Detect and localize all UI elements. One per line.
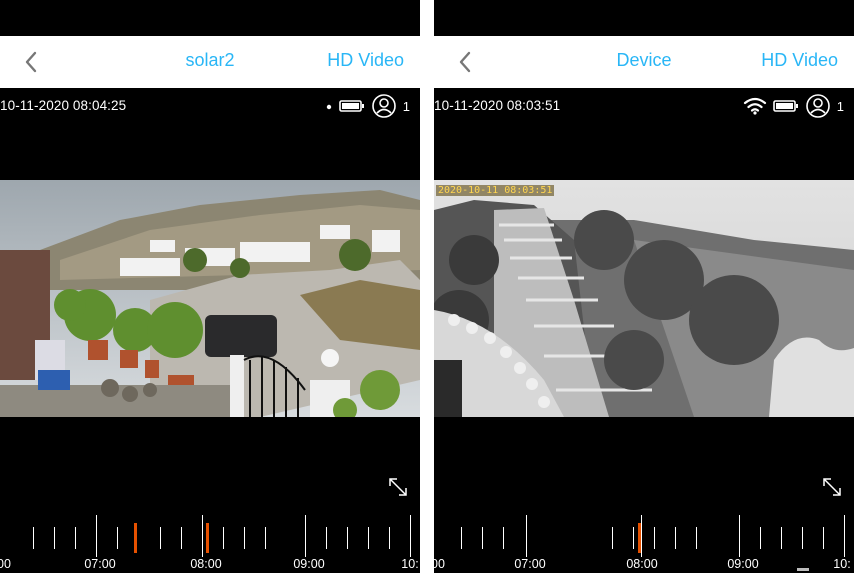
video-timestamp: 10-11-2020 08:04:25 (0, 98, 127, 113)
timeline-tick (223, 527, 224, 549)
timeline-tick (305, 515, 306, 557)
timeline-tick (633, 527, 634, 549)
status-icons: 1 (325, 94, 410, 118)
timeline-tick (802, 527, 803, 549)
fullscreen-icon[interactable] (820, 475, 844, 499)
status-bar (434, 0, 854, 36)
viewer-icon (371, 94, 396, 118)
timeline-tick (368, 527, 369, 549)
timeline-tick (696, 527, 697, 549)
recording-event-marker[interactable] (134, 523, 137, 553)
playback-timeline[interactable]: 00 07:00 08:00 09:00 10: (0, 509, 420, 573)
timeline-tick (760, 527, 761, 549)
hd-video-button[interactable]: HD Video (327, 50, 404, 71)
status-bar (0, 0, 420, 36)
camera-feed-image[interactable] (434, 180, 854, 417)
timeline-label: 08:00 (626, 557, 658, 571)
timeline-label: 00 (0, 557, 11, 571)
timeline-tick (410, 515, 411, 557)
timeline-tick (33, 527, 34, 549)
timeline-tick (54, 527, 55, 549)
fullscreen-icon[interactable] (386, 475, 410, 499)
nav-bar: Device HD Video (434, 36, 854, 88)
timeline-tick (96, 515, 97, 557)
viewer-count: 1 (836, 98, 844, 114)
timeline-tick (654, 527, 655, 549)
video-header: 10-11-2020 08:03:51 1 (434, 88, 854, 180)
panel-divider (420, 0, 434, 573)
timeline-tick (244, 527, 245, 549)
timeline-label: 10: (401, 557, 419, 571)
timeline-label: 07:00 (514, 557, 546, 571)
timeline-label: 00 (434, 557, 445, 571)
playback-area: 00 07:00 08:00 09:00 10: (0, 417, 420, 573)
timeline-label: 09:00 (293, 557, 325, 571)
timeline-tick (612, 527, 613, 549)
battery-icon (338, 100, 364, 112)
nav-bar: solar2 HD Video (0, 36, 420, 88)
viewer-count: 1 (402, 98, 410, 114)
timeline-label: 10: (833, 557, 851, 571)
timeline-label: 08:00 (190, 557, 222, 571)
signal-dot-icon (326, 104, 331, 110)
timeline-tick (641, 515, 642, 557)
timeline-tick (482, 527, 483, 549)
timeline-tick (823, 527, 824, 549)
status-icons: 1 (743, 94, 844, 118)
timeline-tick (844, 515, 845, 557)
timeline-tick (160, 527, 161, 549)
timeline-tick (181, 527, 182, 549)
timeline-tick (117, 527, 118, 549)
timeline-tick (202, 515, 203, 557)
video-header: 10-11-2020 08:04:25 1 (0, 88, 420, 180)
timeline-tick (675, 527, 676, 549)
timeline-scroll-indicator[interactable] (797, 568, 809, 571)
timeline-tick (75, 527, 76, 549)
timeline-tick (265, 527, 266, 549)
camera-timestamp-overlay: 2020-10-11 08:03:51 (436, 185, 555, 196)
timeline-tick (503, 527, 504, 549)
right-camera-screen: Device HD Video 10-11-2020 08:03:51 1 20… (434, 0, 854, 573)
timeline-tick (526, 515, 527, 557)
playback-area: 00 07:00 08:00 09:00 10: (434, 417, 854, 573)
left-camera-screen: solar2 HD Video 10-11-2020 08:04:25 1 00… (0, 0, 420, 573)
timeline-tick (461, 527, 462, 549)
timeline-tick (347, 527, 348, 549)
camera-feed-image[interactable] (0, 180, 420, 417)
timeline-tick (326, 527, 327, 549)
hd-video-button[interactable]: HD Video (761, 50, 838, 71)
wifi-icon (743, 97, 766, 115)
timeline-tick (781, 527, 782, 549)
playback-timeline[interactable]: 00 07:00 08:00 09:00 10: (434, 509, 854, 573)
timeline-tick (389, 527, 390, 549)
battery-icon (772, 100, 798, 112)
viewer-icon (805, 94, 830, 118)
video-timestamp: 10-11-2020 08:03:51 (434, 98, 561, 113)
recording-event-marker[interactable] (206, 523, 209, 553)
timeline-label: 09:00 (727, 557, 759, 571)
timeline-label: 07:00 (84, 557, 116, 571)
timeline-tick (739, 515, 740, 557)
